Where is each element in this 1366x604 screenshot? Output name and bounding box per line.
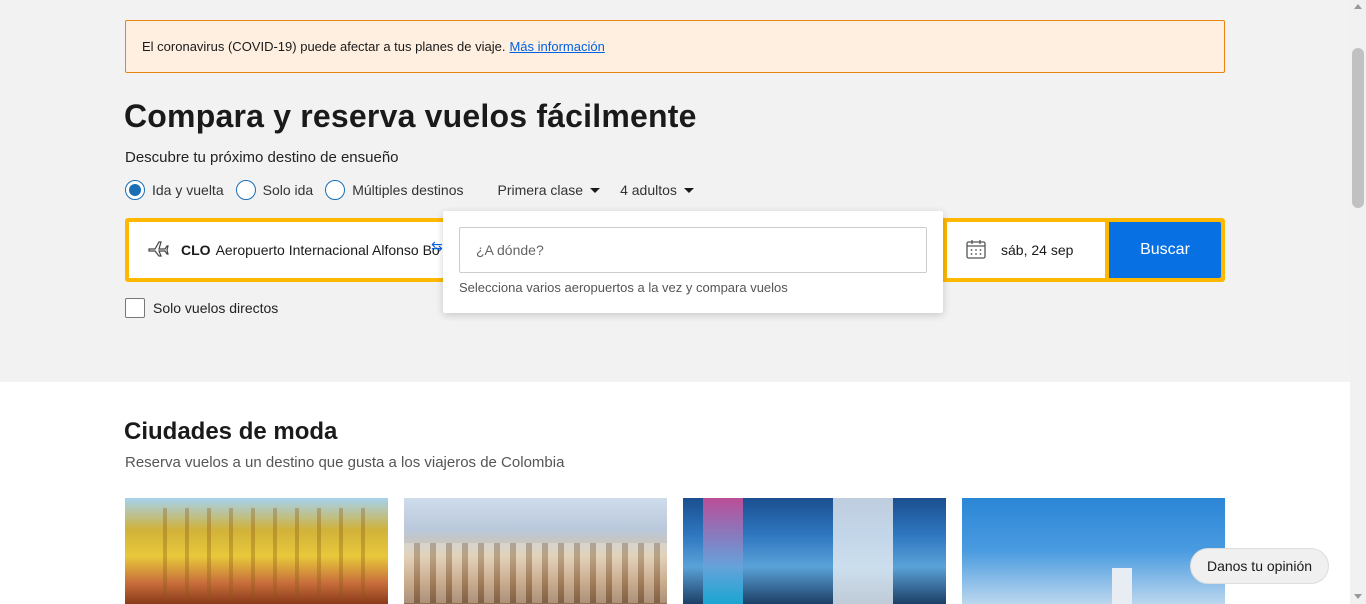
radio-one-way[interactable]: Solo ida: [235, 180, 314, 200]
trip-options: Ida y vuelta Solo ida Múltiples destinos…: [125, 179, 694, 201]
hero-section: El coronavirus (COVID-19) puede afectar …: [0, 0, 1350, 382]
covid-banner: El coronavirus (COVID-19) puede afectar …: [125, 20, 1225, 73]
cabin-class-label: Primera clase: [497, 182, 584, 198]
calendar-icon: [965, 238, 987, 263]
city-card[interactable]: [962, 498, 1225, 604]
departure-date-field[interactable]: sáb, 24 sep: [947, 222, 1105, 278]
radio-round-trip[interactable]: Ida y vuelta: [125, 180, 224, 200]
trending-cities: [125, 498, 1225, 604]
departure-date-text: sáb, 24 sep: [1001, 242, 1074, 258]
scroll-up-arrow-icon[interactable]: [1354, 4, 1362, 9]
cabin-class-dropdown[interactable]: Primera clase: [497, 182, 601, 198]
origin-code: CLO: [181, 242, 211, 258]
radio-one-way-label: Solo ida: [262, 182, 314, 198]
radio-one-way-indicator[interactable]: [235, 180, 256, 200]
more-info-link[interactable]: Más información: [509, 39, 604, 54]
trending-subtitle: Reserva vuelos a un destino que gusta a …: [125, 454, 565, 471]
radio-multi-city-label: Múltiples destinos: [352, 182, 464, 198]
search-button[interactable]: Buscar: [1109, 222, 1221, 278]
scrollbar-thumb[interactable]: [1352, 48, 1364, 208]
chevron-down-icon: [683, 187, 694, 193]
destination-popup: Selecciona varios aeropuertos a la vez y…: [443, 211, 943, 313]
radio-multi-city-indicator[interactable]: [325, 180, 346, 200]
swap-arrows-icon[interactable]: ⇆: [431, 238, 443, 255]
scroll-down-arrow-icon[interactable]: [1354, 594, 1362, 599]
city-card[interactable]: [404, 498, 667, 604]
direct-flights-label: Solo vuelos directos: [153, 300, 279, 316]
direct-flights-toggle[interactable]: Solo vuelos directos: [125, 298, 278, 318]
city-card[interactable]: [125, 498, 388, 604]
covid-banner-text: El coronavirus (COVID-19) puede afectar …: [142, 39, 506, 54]
chevron-down-icon: [590, 187, 601, 193]
destination-hint: Selecciona varios aeropuertos a la vez y…: [459, 280, 788, 295]
origin-name: Aeropuerto Internacional Alfonso Bo: [215, 242, 440, 258]
page-scrollbar[interactable]: [1350, 0, 1366, 604]
origin-field[interactable]: CLO Aeropuerto Internacional Alfonso Bo: [129, 222, 443, 278]
page-subtitle: Descubre tu próximo destino de ensueño: [125, 149, 399, 166]
direct-flights-checkbox[interactable]: [125, 298, 145, 318]
passengers-dropdown[interactable]: 4 adultos: [620, 182, 694, 198]
radio-round-trip-indicator[interactable]: [125, 180, 145, 200]
radio-round-trip-label: Ida y vuelta: [152, 182, 224, 198]
destination-input[interactable]: [459, 227, 927, 273]
trending-title: Ciudades de moda: [124, 418, 338, 445]
city-card[interactable]: [683, 498, 946, 604]
radio-multi-city[interactable]: Múltiples destinos: [325, 180, 463, 200]
page-title: Compara y reserva vuelos fácilmente: [124, 98, 697, 134]
feedback-button[interactable]: Danos tu opinión: [1190, 548, 1329, 584]
passengers-label: 4 adultos: [620, 182, 677, 198]
plane-icon: [147, 239, 169, 262]
